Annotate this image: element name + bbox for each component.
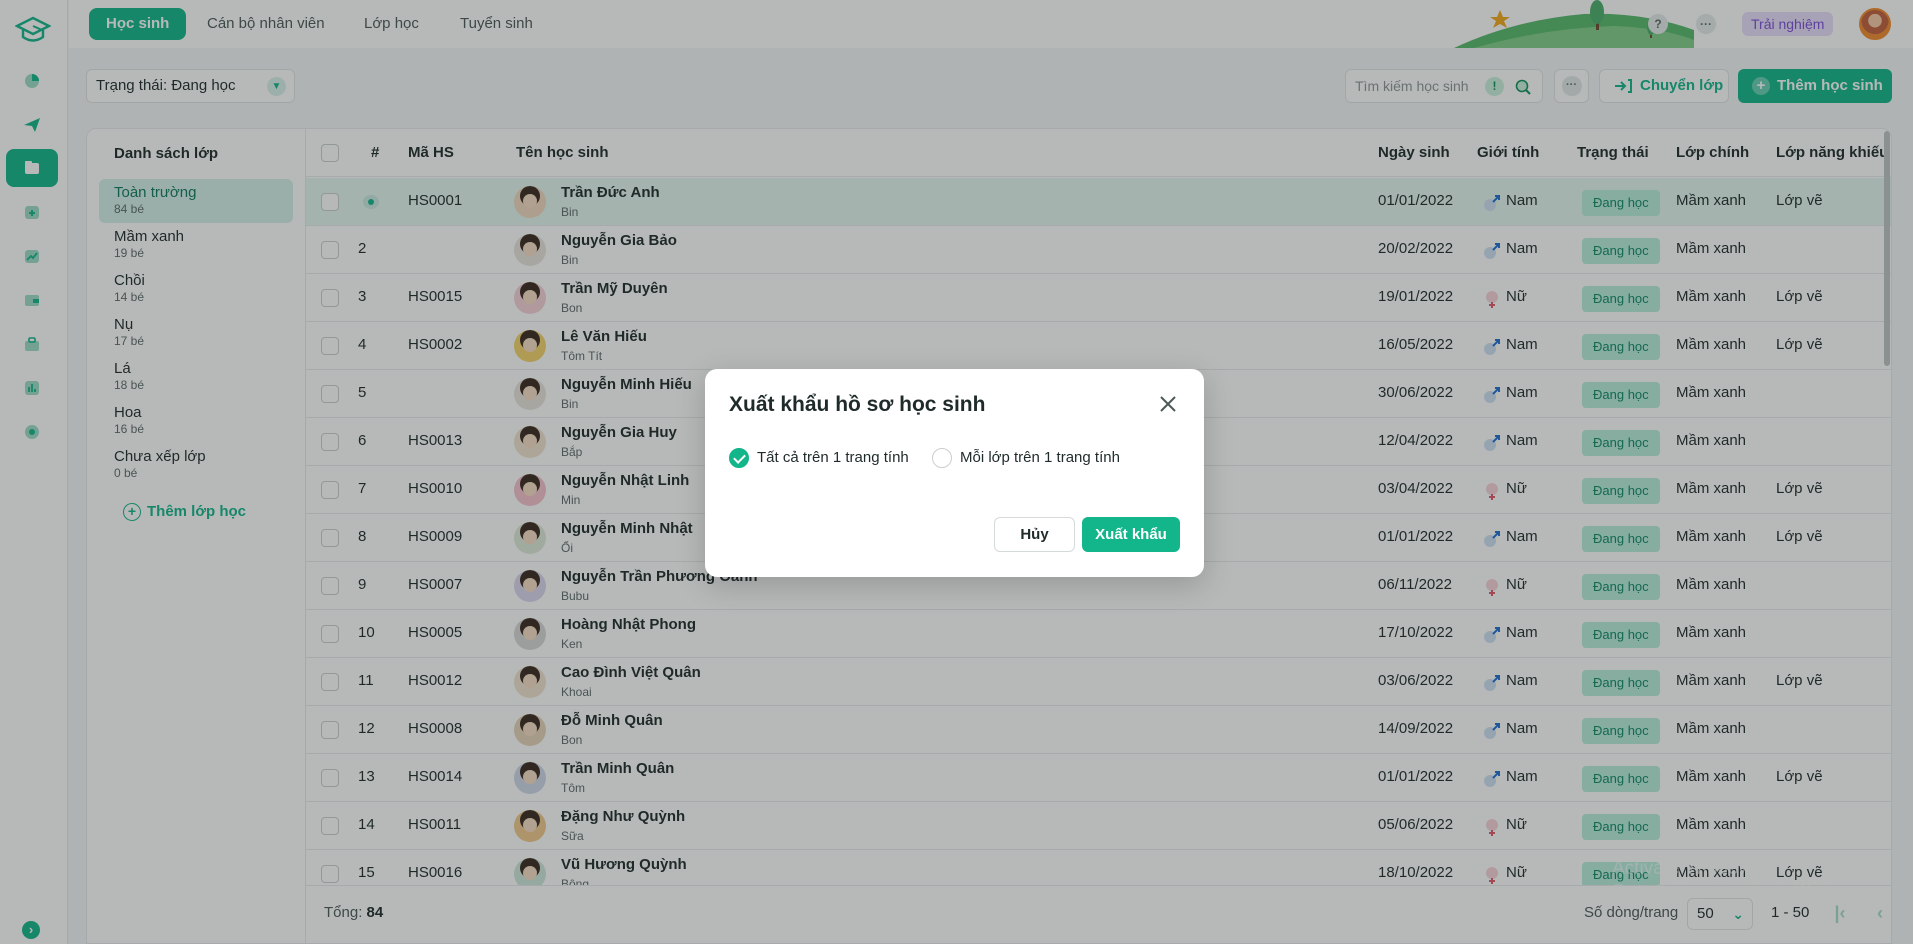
checked-radio-icon — [729, 448, 749, 468]
option-each-label: Mỗi lớp trên 1 trang tính — [960, 449, 1120, 466]
export-button[interactable]: Xuất khẩu — [1082, 517, 1180, 552]
cancel-button[interactable]: Hủy — [994, 517, 1075, 552]
option-all-in-one-sheet[interactable]: Tất cả trên 1 trang tính — [729, 447, 909, 469]
dialog-title: Xuất khẩu hồ sơ học sinh — [729, 393, 986, 416]
option-all-label: Tất cả trên 1 trang tính — [757, 449, 909, 466]
radio-icon — [932, 448, 952, 468]
close-icon[interactable] — [1158, 394, 1178, 414]
export-dialog: Xuất khẩu hồ sơ học sinh Tất cả trên 1 t… — [705, 369, 1204, 577]
option-each-class-sheet[interactable]: Mỗi lớp trên 1 trang tính — [932, 447, 1120, 469]
